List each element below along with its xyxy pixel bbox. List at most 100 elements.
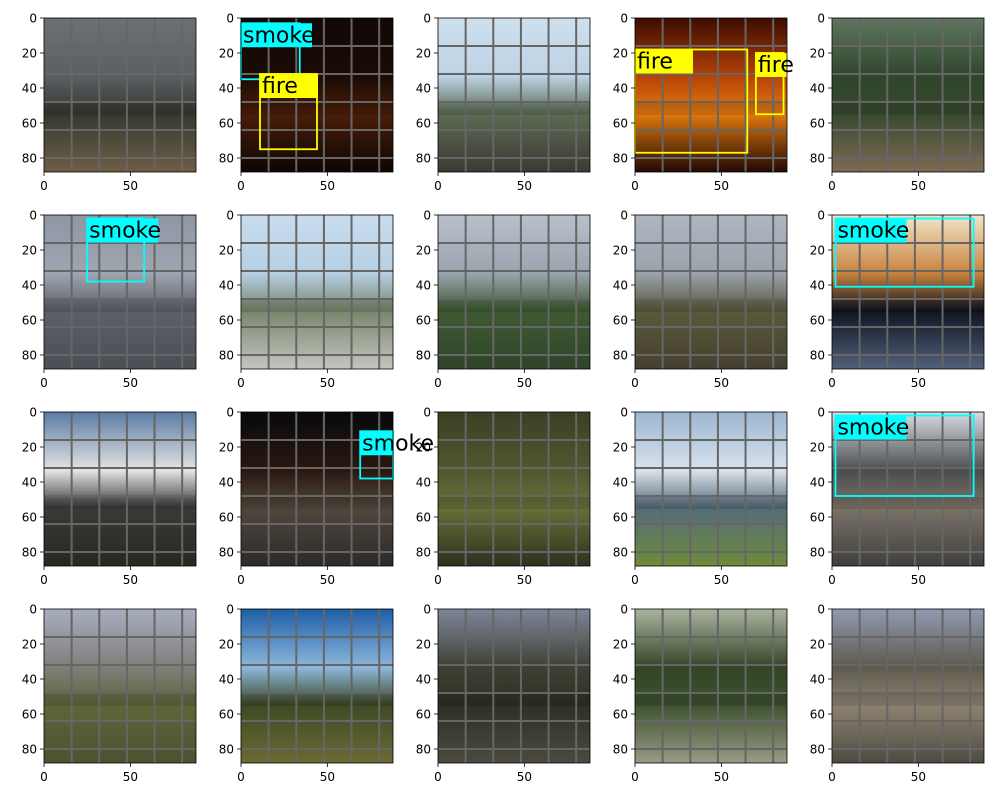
y-tick-label: 60 [416, 511, 431, 525]
scene-photo [241, 215, 393, 369]
y-tick-label: 0 [620, 603, 628, 617]
x-tick-label: 50 [517, 770, 532, 784]
y-tick-label: 80 [219, 152, 234, 166]
y-tick-label: 60 [810, 708, 825, 722]
fire-label-text: fire [262, 74, 298, 99]
y-tick-label: 0 [29, 603, 37, 617]
y-tick-label: 0 [423, 406, 431, 420]
y-tick-label: 80 [810, 743, 825, 757]
y-tick-label: 0 [29, 209, 37, 223]
image-panel: 0204060800 50 [22, 406, 197, 587]
y-tick-label: 0 [423, 603, 431, 617]
x-tick-label: 50 [911, 376, 926, 390]
image-panel: 0204060800 50 [416, 209, 591, 390]
image-panel: fire fire0204060800 50 [613, 12, 794, 194]
x-tick-label: 0 [631, 573, 639, 587]
horizon-band [438, 693, 590, 707]
y-tick-label: 60 [613, 708, 628, 722]
scene-photo [832, 609, 984, 763]
image-panel: 0204060800 50 [416, 603, 591, 784]
y-tick-label: 20 [613, 638, 628, 652]
fire-label-text: fire [758, 53, 794, 78]
x-tick-label: 0 [434, 573, 442, 587]
scene-photo [635, 412, 787, 566]
horizon-band [635, 496, 787, 510]
x-tick-label: 50 [714, 179, 729, 193]
y-tick-label: 40 [810, 476, 825, 490]
y-tick-label: 60 [810, 511, 825, 525]
y-tick-label: 60 [219, 314, 234, 328]
x-tick-label: 50 [911, 179, 926, 193]
y-tick-label: 40 [613, 476, 628, 490]
x-tick-label: 50 [714, 573, 729, 587]
x-tick-label: 50 [911, 770, 926, 784]
horizon-band [635, 693, 787, 707]
y-tick-label: 20 [22, 244, 37, 258]
scene-photo [44, 18, 196, 172]
image-panel: smoke0204060800 50 [219, 406, 434, 588]
x-tick-label: 50 [714, 770, 729, 784]
horizon-band [241, 299, 393, 313]
y-tick-label: 80 [219, 349, 234, 363]
y-tick-label: 40 [613, 673, 628, 687]
x-tick-label: 50 [911, 573, 926, 587]
y-tick-label: 80 [613, 743, 628, 757]
y-tick-label: 20 [219, 638, 234, 652]
y-tick-label: 20 [416, 47, 431, 61]
y-tick-label: 0 [817, 209, 825, 223]
image-panel: smoke0204060800 50 [810, 209, 985, 390]
smoke-label-text: smoke [837, 416, 909, 441]
y-tick-label: 80 [219, 743, 234, 757]
x-tick-label: 50 [320, 770, 335, 784]
y-tick-label: 80 [613, 546, 628, 560]
horizon-band [438, 496, 590, 510]
y-tick-label: 60 [219, 117, 234, 131]
x-tick-label: 50 [123, 573, 138, 587]
scene-photo [44, 412, 196, 566]
y-tick-label: 20 [416, 244, 431, 258]
y-tick-label: 0 [817, 12, 825, 26]
fire-label-text: fire [637, 50, 673, 75]
scene-photo [438, 215, 590, 369]
y-tick-label: 40 [219, 673, 234, 687]
y-tick-label: 80 [613, 152, 628, 166]
y-tick-label: 80 [810, 546, 825, 560]
y-tick-label: 60 [22, 314, 37, 328]
horizon-band [438, 299, 590, 313]
y-tick-label: 0 [226, 603, 234, 617]
x-tick-label: 50 [320, 573, 335, 587]
y-tick-label: 60 [219, 708, 234, 722]
y-tick-label: 0 [423, 209, 431, 223]
y-tick-label: 40 [416, 279, 431, 293]
y-tick-label: 80 [22, 546, 37, 560]
horizon-band [635, 102, 787, 116]
y-tick-label: 0 [817, 603, 825, 617]
y-tick-label: 40 [219, 279, 234, 293]
x-tick-label: 0 [434, 376, 442, 390]
x-tick-label: 0 [828, 770, 836, 784]
y-tick-label: 60 [613, 511, 628, 525]
x-tick-label: 50 [714, 376, 729, 390]
y-tick-label: 60 [416, 117, 431, 131]
y-tick-label: 60 [416, 314, 431, 328]
x-tick-label: 0 [434, 179, 442, 193]
y-tick-label: 60 [416, 708, 431, 722]
image-panel: smoke0204060800 50 [810, 406, 985, 587]
image-panel: 0204060800 50 [219, 603, 394, 784]
scene-photo [635, 215, 787, 369]
x-tick-label: 0 [631, 376, 639, 390]
x-tick-label: 0 [828, 179, 836, 193]
x-tick-label: 0 [828, 573, 836, 587]
y-tick-label: 60 [810, 314, 825, 328]
y-tick-label: 20 [416, 638, 431, 652]
smoke-label-text: smoke [243, 23, 315, 48]
x-tick-label: 0 [237, 179, 245, 193]
scene-photo [832, 18, 984, 172]
y-tick-label: 40 [416, 673, 431, 687]
y-tick-label: 40 [810, 279, 825, 293]
y-tick-label: 0 [226, 209, 234, 223]
y-tick-label: 60 [613, 117, 628, 131]
y-tick-label: 20 [219, 244, 234, 258]
x-tick-label: 50 [123, 179, 138, 193]
y-tick-label: 20 [22, 441, 37, 455]
